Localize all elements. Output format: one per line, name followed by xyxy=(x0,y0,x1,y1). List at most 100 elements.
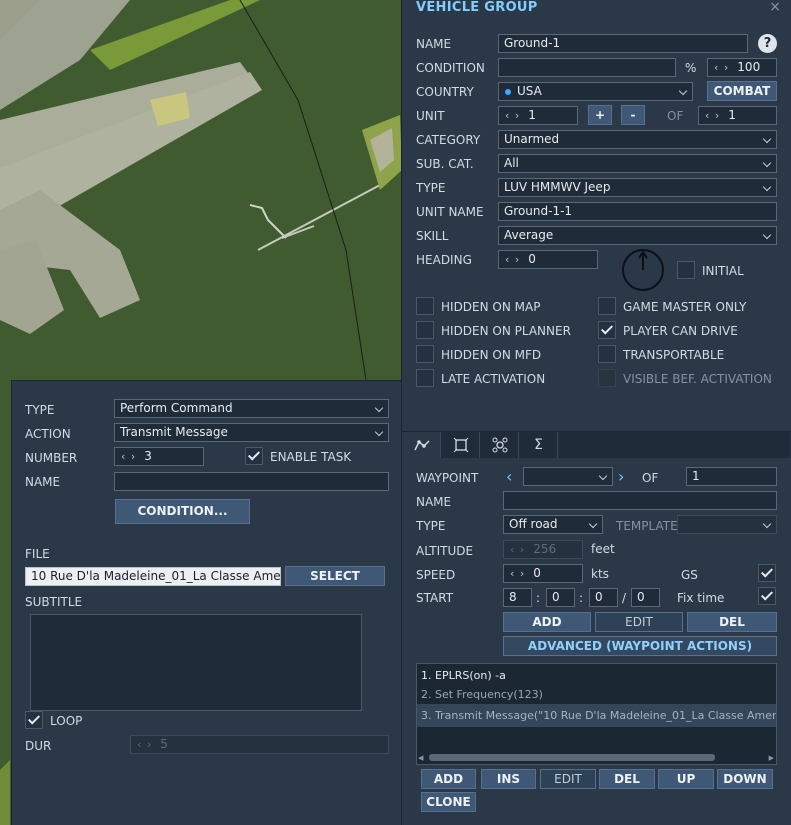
unit-spinner[interactable]: ‹ › 1 xyxy=(498,106,578,125)
subtitle-textarea[interactable] xyxy=(30,614,362,711)
combat-button[interactable]: COMBAT xyxy=(707,81,777,101)
unit-label: UNIT xyxy=(416,109,445,123)
tab-target[interactable] xyxy=(442,432,480,458)
action-add-button[interactable]: ADD xyxy=(421,769,476,789)
task-name-input[interactable] xyxy=(114,472,389,491)
speed-spinner[interactable]: ‹ › 0 xyxy=(503,564,583,583)
close-icon[interactable]: × xyxy=(769,0,781,15)
speed-unit-label: kts xyxy=(591,567,609,581)
hidden-on-map-checkbox[interactable] xyxy=(416,297,434,315)
enable-task-checkbox[interactable] xyxy=(245,447,263,465)
horizontal-scrollbar[interactable]: ◀ ▶ xyxy=(417,752,776,764)
list-item[interactable]: 2. Set Frequency(123) xyxy=(417,683,776,706)
spinner-arrows-icon: ‹ › xyxy=(510,543,526,556)
enable-task-label: ENABLE TASK xyxy=(270,450,352,464)
wp-edit-button[interactable]: EDIT xyxy=(595,612,683,632)
task-condition-button[interactable]: CONDITION... xyxy=(115,499,250,524)
start-minutes-value: 0 xyxy=(552,590,560,604)
unit-value: 1 xyxy=(528,108,536,122)
game-master-only-checkbox[interactable] xyxy=(598,297,616,315)
task-action-select[interactable]: Transmit Message xyxy=(114,423,389,442)
advanced-waypoint-actions-button[interactable]: ADVANCED (WAYPOINT ACTIONS) xyxy=(503,636,777,656)
spinner-arrows-icon[interactable]: ‹ › xyxy=(505,109,520,122)
transportable-checkbox[interactable] xyxy=(598,345,616,363)
file-path-input[interactable]: 10 Rue D'la Madeleine_01_La Classe Ameri… xyxy=(25,567,281,586)
task-number-label: NUMBER xyxy=(25,451,78,465)
category-select[interactable]: Unarmed xyxy=(498,130,777,149)
action-delete-button[interactable]: DEL xyxy=(599,769,655,789)
waypoint-actions-list[interactable]: 1. EPLRS(on) -a 2. Set Frequency(123) 3.… xyxy=(416,663,777,765)
list-item[interactable]: 3. Transmit Message("10 Rue D'la Madelei… xyxy=(417,704,776,727)
gs-checkbox[interactable] xyxy=(758,564,776,582)
check-icon xyxy=(600,322,614,335)
start-day-input[interactable]: 0 xyxy=(631,588,660,607)
sigma-icon: Σ xyxy=(534,437,543,453)
visible-before-activation-label: VISIBLE BEF. ACTIVATION xyxy=(623,372,772,386)
hidden-on-planner-checkbox[interactable] xyxy=(416,321,434,339)
waypoint-select[interactable] xyxy=(523,467,613,486)
skill-select[interactable]: Average xyxy=(498,226,777,245)
fix-time-checkbox[interactable] xyxy=(758,587,776,605)
task-number-spinner[interactable]: ‹ › 3 xyxy=(114,447,204,466)
wp-type-select[interactable]: Off road xyxy=(503,515,603,534)
wp-del-button[interactable]: DEL xyxy=(687,612,777,632)
tab-summary[interactable]: Σ xyxy=(520,432,558,458)
percent-label: % xyxy=(685,61,697,75)
loop-checkbox[interactable] xyxy=(25,711,43,729)
next-waypoint-icon[interactable]: › xyxy=(618,467,624,486)
heading-dial-icon[interactable] xyxy=(621,248,665,292)
scrollbar-thumb[interactable] xyxy=(429,754,715,761)
type-select[interactable]: LUV HMMWV Jeep xyxy=(498,178,777,197)
select-file-button[interactable]: SELECT xyxy=(285,566,385,586)
add-unit-button[interactable]: + xyxy=(588,105,612,125)
action-down-button[interactable]: DOWN xyxy=(717,769,773,789)
unit-count-spinner[interactable]: ‹ › 1 xyxy=(698,106,777,125)
check-icon xyxy=(247,448,261,461)
scroll-left-icon[interactable]: ◀ xyxy=(418,754,423,762)
spinner-arrows-icon[interactable]: ‹ › xyxy=(505,253,520,266)
hidden-on-planner-label: HIDDEN ON PLANNER xyxy=(441,324,571,338)
heading-spinner[interactable]: ‹ › 0 xyxy=(498,250,598,269)
group-name-input[interactable]: Ground-1 xyxy=(498,34,748,53)
prev-waypoint-icon[interactable]: ‹ xyxy=(506,467,512,486)
subcat-select[interactable]: All xyxy=(498,154,777,173)
action-edit-button[interactable]: EDIT xyxy=(540,769,596,789)
task-action-value: Transmit Message xyxy=(120,425,228,439)
name-label: NAME xyxy=(416,37,452,51)
condition-input[interactable] xyxy=(498,58,676,77)
action-insert-button[interactable]: INS xyxy=(481,769,536,789)
action-clone-button[interactable]: CLONE xyxy=(421,792,476,812)
action-up-button[interactable]: UP xyxy=(658,769,714,789)
spinner-arrows-icon[interactable]: ‹ › xyxy=(510,567,525,580)
country-select[interactable]: USA xyxy=(498,82,693,101)
spinner-arrows-icon[interactable]: ‹ › xyxy=(714,61,729,74)
remove-unit-button[interactable]: - xyxy=(621,105,645,125)
category-value: Unarmed xyxy=(504,132,560,146)
start-day-value: 0 xyxy=(637,590,645,604)
wp-name-input[interactable] xyxy=(503,491,777,510)
heading-value: 0 xyxy=(528,252,536,266)
subtitle-label: SUBTITLE xyxy=(25,595,83,609)
scroll-right-icon[interactable]: ▶ xyxy=(769,754,774,762)
initial-checkbox[interactable] xyxy=(677,261,695,279)
help-icon[interactable]: ? xyxy=(758,34,777,53)
gs-label: GS xyxy=(681,568,698,582)
late-activation-checkbox[interactable] xyxy=(416,369,434,387)
hidden-on-mfd-checkbox[interactable] xyxy=(416,345,434,363)
start-minutes-input[interactable]: 0 xyxy=(546,588,575,607)
wp-type-value: Off road xyxy=(509,517,558,531)
tab-route[interactable] xyxy=(403,432,441,458)
condition-percent-spinner[interactable]: ‹ › 100 xyxy=(707,58,777,77)
spinner-arrows-icon[interactable]: ‹ › xyxy=(121,450,136,463)
unit-name-input[interactable]: Ground-1-1 xyxy=(498,202,777,221)
condition-label: CONDITION xyxy=(416,61,485,75)
duration-spinner: ‹ › 5 xyxy=(130,735,389,754)
spinner-arrows-icon[interactable]: ‹ › xyxy=(705,109,720,122)
player-can-drive-checkbox[interactable] xyxy=(598,321,616,339)
task-type-select[interactable]: Perform Command xyxy=(114,399,389,418)
start-seconds-input[interactable]: 0 xyxy=(589,588,618,607)
wp-add-button[interactable]: ADD xyxy=(503,612,591,632)
tab-nav[interactable] xyxy=(481,432,519,458)
start-hours-input[interactable]: 8 xyxy=(503,588,532,607)
start-hours-value: 8 xyxy=(509,590,517,604)
